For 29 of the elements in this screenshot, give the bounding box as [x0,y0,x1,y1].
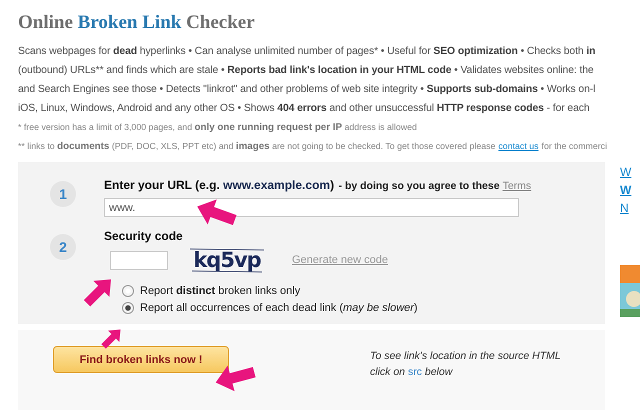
description-line: and Search Engines see those • Detects "linkrot" and other problems of web site integrity • Supports sub-domains • Works on-l [18,83,596,97]
radio-button[interactable] [122,302,134,314]
terms-hint: - by doing so you agree to these [338,180,500,192]
sidebar-link[interactable]: W [620,183,640,197]
description-line: Scans webpages for dead hyperlinks • Can analyse unlimited number of pages* • Useful for SEO optimization • Checks both in [18,45,596,59]
footnote: ** links to documents (PDF, DOC, XLS, PPT etc) and images are not going to be checked. To get those covered please [18,140,496,154]
step-number: 2 [50,234,76,260]
footnote: for the commerci [542,140,608,153]
url-input[interactable]: www. [104,198,519,217]
radio-button[interactable] [122,285,134,297]
footnote: * free version has a limit of 3,000 pages, and only one running request per IP address is allowed [18,121,417,135]
description-line: iOS, Linux, Windows, Android and any other OS • Shows 404 errors and other unsuccessful HTTP response codes - for each [18,102,591,116]
step-number: 1 [50,181,76,207]
security-code-input[interactable] [110,250,168,270]
hint-text: To see link's location in the source HTML [370,350,561,362]
security-code-label: Security code [104,229,184,243]
find-links-button[interactable]: Find broken links now ! [53,346,229,373]
contact-link[interactable]: contact us [498,137,539,156]
captcha-image: kq5vp [188,247,266,273]
option-label: Report all occurrences of each dead link (may be slower) [140,302,418,314]
url-label: Enter your URL (e.g. www.example.com) [104,178,334,192]
description-line: (outbound) URLs** and finds which are stale • Reports bad link's location in your HTML code • Validates websites online: the [18,64,595,78]
sidebar-link[interactable]: N [620,201,640,215]
generate-code-link[interactable]: Generate new code [292,254,388,266]
sidebar-link[interactable]: W [620,165,640,179]
option-label: Report distinct broken links only [140,285,300,297]
hint-text: click on src below [370,366,454,378]
terms-link[interactable]: Terms [502,180,532,192]
page-title: Online Broken Link Checker [18,12,256,34]
